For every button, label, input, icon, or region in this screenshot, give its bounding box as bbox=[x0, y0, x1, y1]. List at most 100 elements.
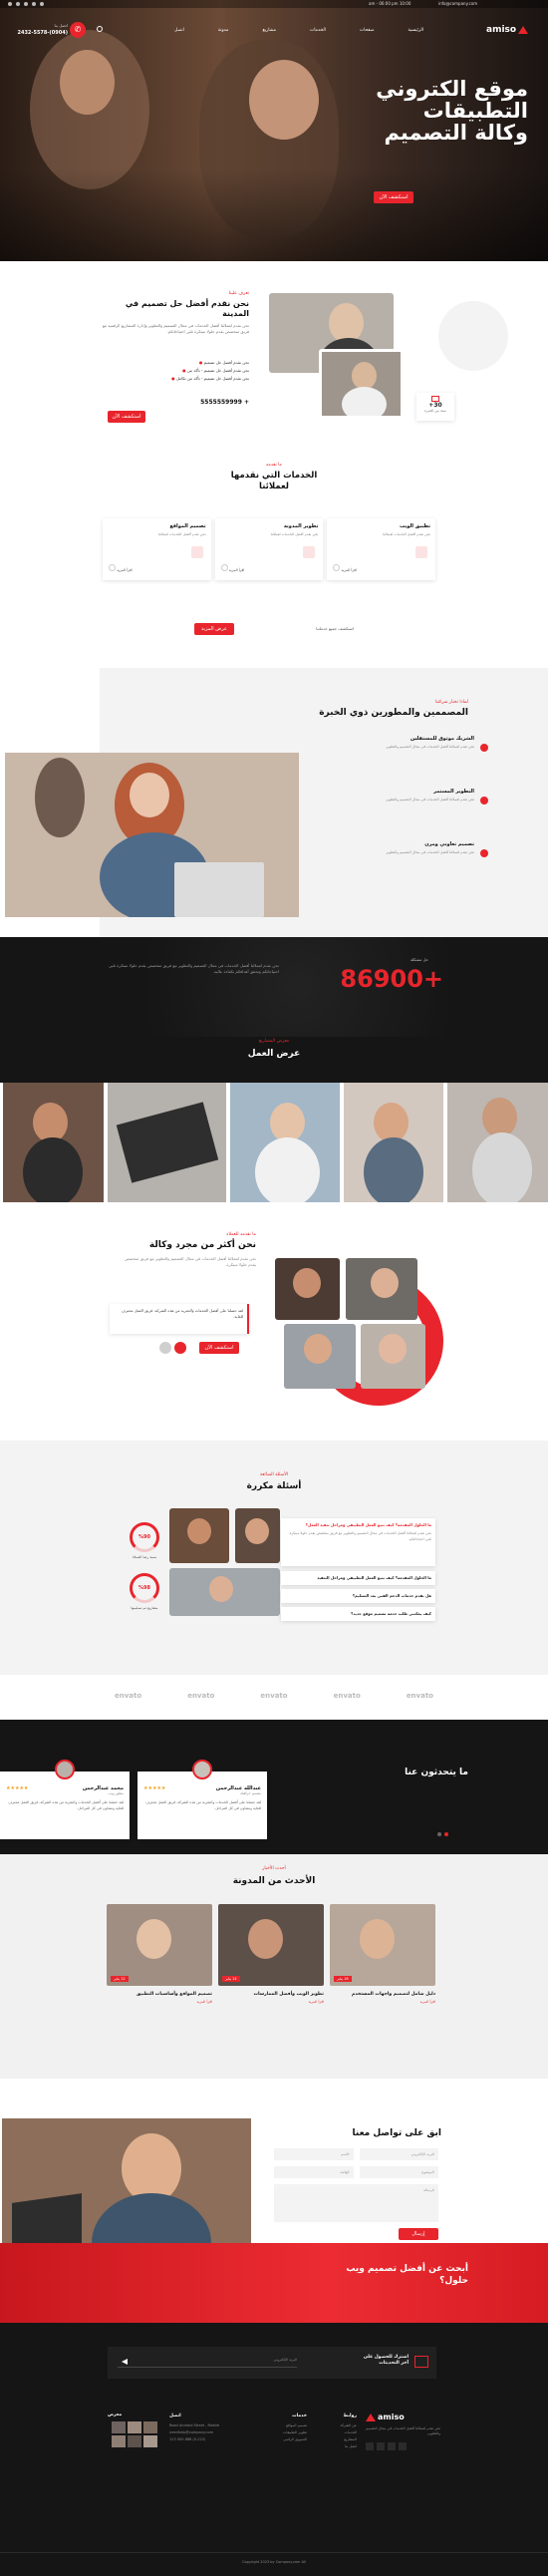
portfolio-item[interactable] bbox=[3, 1083, 104, 1202]
gallery-thumb[interactable] bbox=[128, 2435, 141, 2447]
faq-item[interactable]: كيف يمكنني طلب خدمة تصميم موقع جديد؟ bbox=[281, 1607, 435, 1621]
service-card[interactable]: تطبيق الويب نحن نقدم أفضل الخدمات لعملائ… bbox=[327, 518, 436, 580]
about-explore-button[interactable]: استكشف الآن bbox=[108, 411, 145, 423]
footer-link[interactable]: التسويق الرقمي bbox=[262, 2436, 307, 2443]
feature-item: الشريك موثوق للمستقلين نحن نقدم لعملائنا… bbox=[319, 736, 488, 781]
feature-bullet-icon bbox=[480, 849, 488, 857]
play-icon[interactable] bbox=[174, 1342, 186, 1354]
about-section: 30+ سنة من الخبرة تعرف علينا نحن نقدم أف… bbox=[0, 261, 548, 461]
nav-item-pages[interactable]: صفحات bbox=[360, 28, 375, 33]
agency-explore-button[interactable]: استكشف الآن bbox=[199, 1342, 239, 1354]
newsletter-email-input[interactable]: البريد الإلكتروني bbox=[118, 2358, 297, 2368]
search-icon[interactable] bbox=[97, 26, 103, 32]
footer-copyright: Copyright 2023 by Company.com All bbox=[242, 2560, 306, 2564]
gallery-thumb[interactable] bbox=[128, 2421, 141, 2433]
counter-eyebrow: حل مشكلة bbox=[410, 957, 428, 962]
gallery-thumb[interactable] bbox=[143, 2421, 157, 2433]
footer-link[interactable]: تطوير التطبيقات bbox=[262, 2429, 307, 2436]
slider-dot[interactable] bbox=[444, 1832, 448, 1836]
footer-phone[interactable]: (0-222) 888 000 123 bbox=[169, 2436, 239, 2443]
email-field[interactable]: البريد الإلكتروني bbox=[359, 2148, 438, 2160]
hero-explore-button[interactable]: استكشف الآن bbox=[374, 191, 413, 203]
feature-bullet-icon bbox=[480, 744, 488, 752]
footer-link[interactable]: تصميم المواقع bbox=[262, 2422, 307, 2429]
gallery-thumb[interactable] bbox=[143, 2435, 157, 2447]
nav-phone[interactable]: ✆ اتصل بنا (0904)-2432-5578 bbox=[8, 22, 88, 38]
nav-item-contact[interactable]: اتصل bbox=[174, 28, 184, 33]
blog-section: أحدث الأخبار الأحدث من المدونة 12 يناير … bbox=[0, 1854, 548, 2079]
blog-card[interactable]: 14 يناير تطوير الويب وأفضل الممارسات اقر… bbox=[218, 1904, 324, 2034]
faq-item-active[interactable]: ما الحلول المقدمة؟ كيف نتبع العمل التطبي… bbox=[281, 1518, 435, 1566]
twitter-icon[interactable] bbox=[388, 2442, 396, 2450]
name-field[interactable]: الاسم bbox=[274, 2148, 354, 2160]
blog-read-more[interactable]: اقرأ المزيد bbox=[218, 2000, 324, 2004]
service-card-more[interactable]: اقرأ المزيد bbox=[109, 564, 133, 572]
footer-logo[interactable]: amiso bbox=[366, 2413, 440, 2421]
about-description: نحن نقدم لعملائنا أفضل الخدمات في مجال ا… bbox=[102, 323, 249, 334]
linkedin-icon[interactable] bbox=[16, 1, 20, 6]
slider-dot[interactable] bbox=[437, 1832, 441, 1836]
facebook-icon[interactable] bbox=[399, 2442, 407, 2450]
web-design-icon bbox=[190, 546, 203, 558]
brand-logo-item[interactable]: envato bbox=[260, 1692, 287, 1700]
gallery-thumb[interactable] bbox=[112, 2435, 126, 2447]
about-image-secondary bbox=[319, 349, 404, 419]
footer-link[interactable]: اتصل بنا bbox=[312, 2443, 357, 2450]
brand-logo-item[interactable]: envato bbox=[115, 1692, 141, 1700]
subject-field[interactable]: الموضوع bbox=[359, 2166, 438, 2178]
feature-bullet-icon bbox=[480, 797, 488, 805]
message-field[interactable]: الرسالة bbox=[274, 2184, 438, 2222]
blog-card[interactable]: 12 يناير تصميم المواقع وأساسيات التطبيق … bbox=[107, 1904, 212, 2034]
footer-email[interactable]: needhelp@company.com bbox=[169, 2429, 239, 2436]
twitter-icon[interactable] bbox=[32, 1, 36, 6]
about-phone[interactable]: + 5555559999 bbox=[200, 399, 249, 406]
footer-social bbox=[366, 2442, 440, 2450]
hero-section: info@company.com 10:00 am - 06:00 pm ami… bbox=[0, 0, 548, 261]
brand-logo-item[interactable]: envato bbox=[407, 1692, 433, 1700]
nav-item-services[interactable]: الخدمات bbox=[310, 28, 326, 33]
service-card-more[interactable]: اقرأ المزيد bbox=[220, 564, 244, 572]
stat-label: مشاريع تم تسليمها bbox=[131, 1606, 158, 1610]
send-icon[interactable] bbox=[122, 2359, 128, 2365]
phone-field[interactable]: الهاتف bbox=[274, 2166, 354, 2178]
brand-name: amiso bbox=[486, 25, 517, 35]
gallery-thumb[interactable] bbox=[112, 2421, 126, 2433]
portfolio-item[interactable] bbox=[447, 1083, 548, 1202]
footer-link[interactable]: المشاريع bbox=[312, 2436, 357, 2443]
newsletter-title: اشترك للحصول على آخر التحديثات bbox=[364, 2355, 409, 2367]
agency-image-2 bbox=[346, 1258, 417, 1320]
blog-card[interactable]: 16 يناير دليل شامل لتصميم واجهات المستخد… bbox=[330, 1904, 435, 2034]
nav-item-blog[interactable]: مدونة bbox=[218, 28, 229, 33]
nav-item-projects[interactable]: مشاريع bbox=[262, 28, 276, 33]
feature-item: التطوير المستمر نحن نقدم لعملائنا أفضل ا… bbox=[319, 789, 488, 833]
brand-logo-item[interactable]: envato bbox=[187, 1692, 214, 1700]
footer-section: اشترك للحصول على آخر التحديثات البريد ال… bbox=[0, 2323, 548, 2576]
footer-link[interactable]: عن الشركة bbox=[312, 2422, 357, 2429]
topbar-email[interactable]: info@company.com bbox=[438, 1, 477, 6]
instagram-icon[interactable] bbox=[377, 2442, 385, 2450]
service-card[interactable]: تطوير المدونة نحن نقدم أفضل الخدمات لعمل… bbox=[214, 518, 324, 580]
nav-menu: الرئيسية صفحات الخدمات مشاريع مدونة اتصل bbox=[174, 28, 423, 33]
service-card[interactable]: تصميم المواقع نحن نقدم أفضل الخدمات لعمل… bbox=[103, 518, 211, 580]
nav-item-home[interactable]: الرئيسية bbox=[409, 28, 424, 33]
youtube-icon[interactable] bbox=[8, 1, 12, 6]
brand-logos: envato envato envato envato envato bbox=[115, 1692, 433, 1700]
blog-read-more[interactable]: اقرأ المزيد bbox=[330, 2000, 435, 2004]
linkedin-icon[interactable] bbox=[366, 2442, 374, 2450]
services-more-row: استكشف جميع خدماتنا عرض المزيد bbox=[194, 623, 354, 635]
brand-logo[interactable]: amiso bbox=[486, 25, 529, 35]
portfolio-item[interactable] bbox=[344, 1083, 443, 1202]
services-more-button[interactable]: عرض المزيد bbox=[194, 623, 234, 635]
service-card-more[interactable]: اقرأ المزيد bbox=[333, 564, 357, 572]
contact-submit-button[interactable]: إرسال bbox=[399, 2228, 438, 2240]
faq-item[interactable]: ما الحلول المقدمة؟ كيف نتبع العمل التطبي… bbox=[281, 1571, 435, 1585]
portfolio-item[interactable] bbox=[230, 1083, 340, 1202]
instagram-icon[interactable] bbox=[24, 1, 28, 6]
footer-link[interactable]: الخدمات bbox=[312, 2429, 357, 2436]
services-title-line-2: لعملائنا bbox=[259, 482, 289, 491]
facebook-icon[interactable] bbox=[40, 1, 44, 6]
faq-item[interactable]: هل نقدم خدمات الدعم الفني بعد التسليم؟ bbox=[281, 1589, 435, 1603]
brand-logo-item[interactable]: envato bbox=[334, 1692, 361, 1700]
blog-read-more[interactable]: اقرأ المزيد bbox=[107, 2000, 212, 2004]
portfolio-item[interactable] bbox=[108, 1083, 226, 1202]
